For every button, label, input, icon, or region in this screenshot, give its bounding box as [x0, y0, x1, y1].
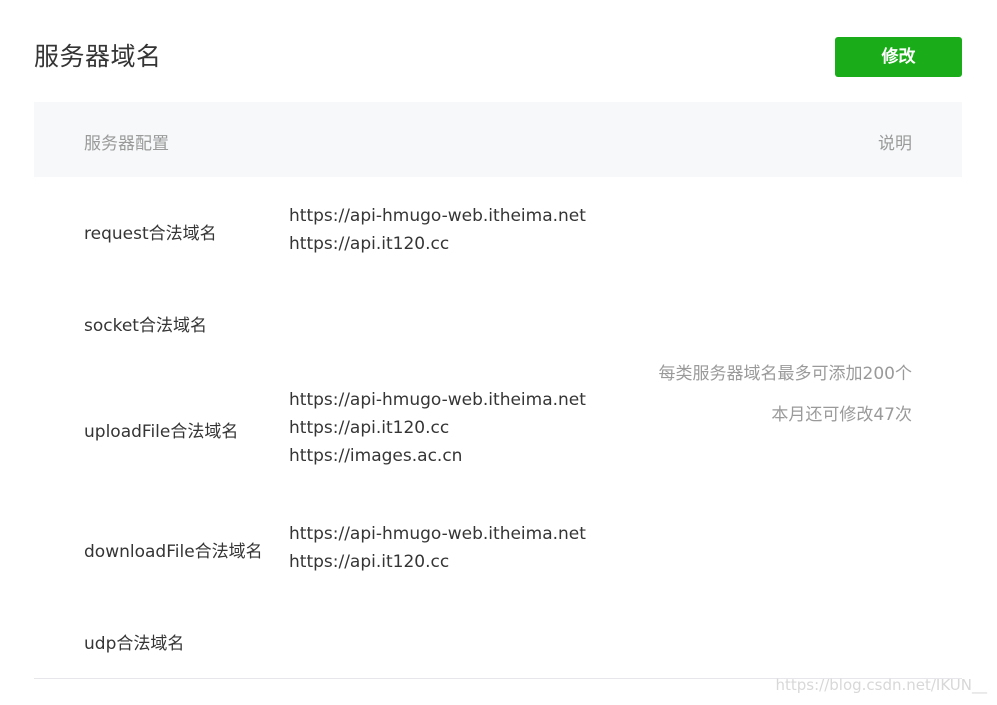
- row-values-uploadfile: https://api-hmugo-web.itheima.net https:…: [289, 386, 586, 470]
- domain-value: https://api.it120.cc: [289, 552, 450, 572]
- domain-value: https://images.ac.cn: [289, 446, 463, 466]
- row-label-udp: udp合法域名: [84, 634, 185, 654]
- row-label-socket: socket合法域名: [84, 316, 207, 336]
- domain-value: https://api-hmugo-web.itheima.net: [289, 524, 586, 544]
- page-title: 服务器域名: [34, 42, 162, 71]
- domain-value: https://api.it120.cc: [289, 418, 450, 438]
- row-label-request: request合法域名: [84, 224, 217, 244]
- description-line-remaining: 本月还可修改47次: [771, 405, 912, 425]
- column-header-desc: 说明: [878, 134, 912, 154]
- column-header-config: 服务器配置: [84, 134, 169, 154]
- row-label-downloadfile: downloadFile合法域名: [84, 542, 263, 562]
- description-line-limit: 每类服务器域名最多可添加200个: [658, 364, 912, 384]
- row-label-uploadfile: uploadFile合法域名: [84, 422, 239, 442]
- edit-button[interactable]: 修改: [835, 37, 962, 77]
- domain-value: https://api.it120.cc: [289, 234, 450, 254]
- domain-value: https://api-hmugo-web.itheima.net: [289, 390, 586, 410]
- table-header: 服务器配置 说明: [34, 102, 962, 177]
- row-values-downloadfile: https://api-hmugo-web.itheima.net https:…: [289, 520, 586, 576]
- row-values-request: https://api-hmugo-web.itheima.net https:…: [289, 202, 586, 258]
- watermark: https://blog.csdn.net/IKUN__: [775, 676, 987, 694]
- description-block: 每类服务器域名最多可添加200个 本月还可修改47次: [659, 354, 912, 436]
- domain-value: https://api-hmugo-web.itheima.net: [289, 206, 586, 226]
